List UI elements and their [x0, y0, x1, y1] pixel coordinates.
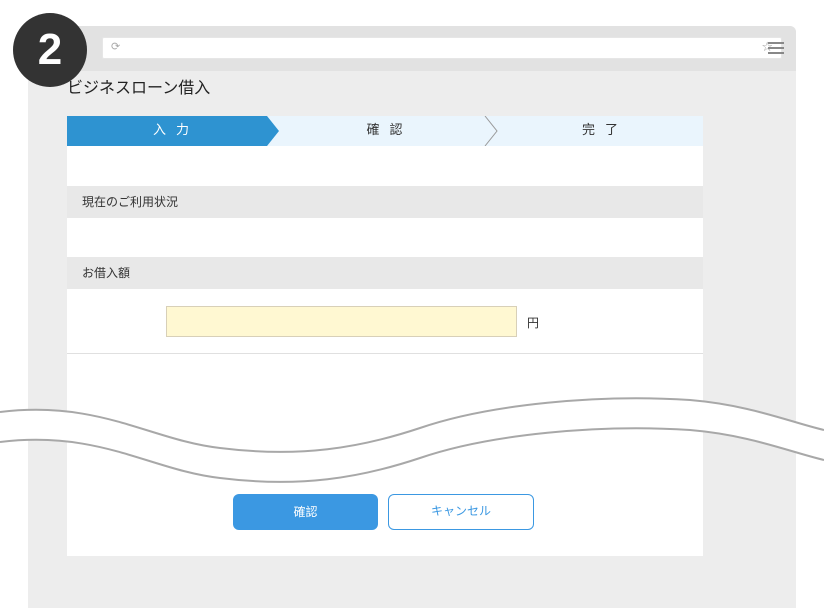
omission-wave-divider — [0, 397, 824, 483]
borrow-amount-input[interactable] — [166, 306, 517, 337]
progress-steps: 入力 確認 完了 — [67, 116, 703, 146]
section-borrow-amount: お借入額 — [67, 257, 703, 289]
address-bar[interactable]: ⟳ ☆ — [102, 37, 782, 59]
browser-toolbar: ⟳ ☆ — [28, 26, 796, 71]
step-number-badge: 2 — [13, 13, 87, 87]
divider — [67, 353, 703, 354]
yen-unit-label: 円 — [527, 316, 540, 330]
step-confirm: 確認 — [366, 123, 413, 138]
wave-fill — [0, 398, 824, 482]
section-current-usage: 現在のご利用状況 — [67, 186, 703, 218]
step-input: 入力 — [152, 123, 199, 138]
page-title: ビジネスローン借入 — [67, 78, 211, 97]
reload-icon[interactable]: ⟳ — [111, 40, 120, 53]
hamburger-menu-icon[interactable] — [768, 42, 784, 54]
step-complete: 完了 — [581, 123, 628, 138]
